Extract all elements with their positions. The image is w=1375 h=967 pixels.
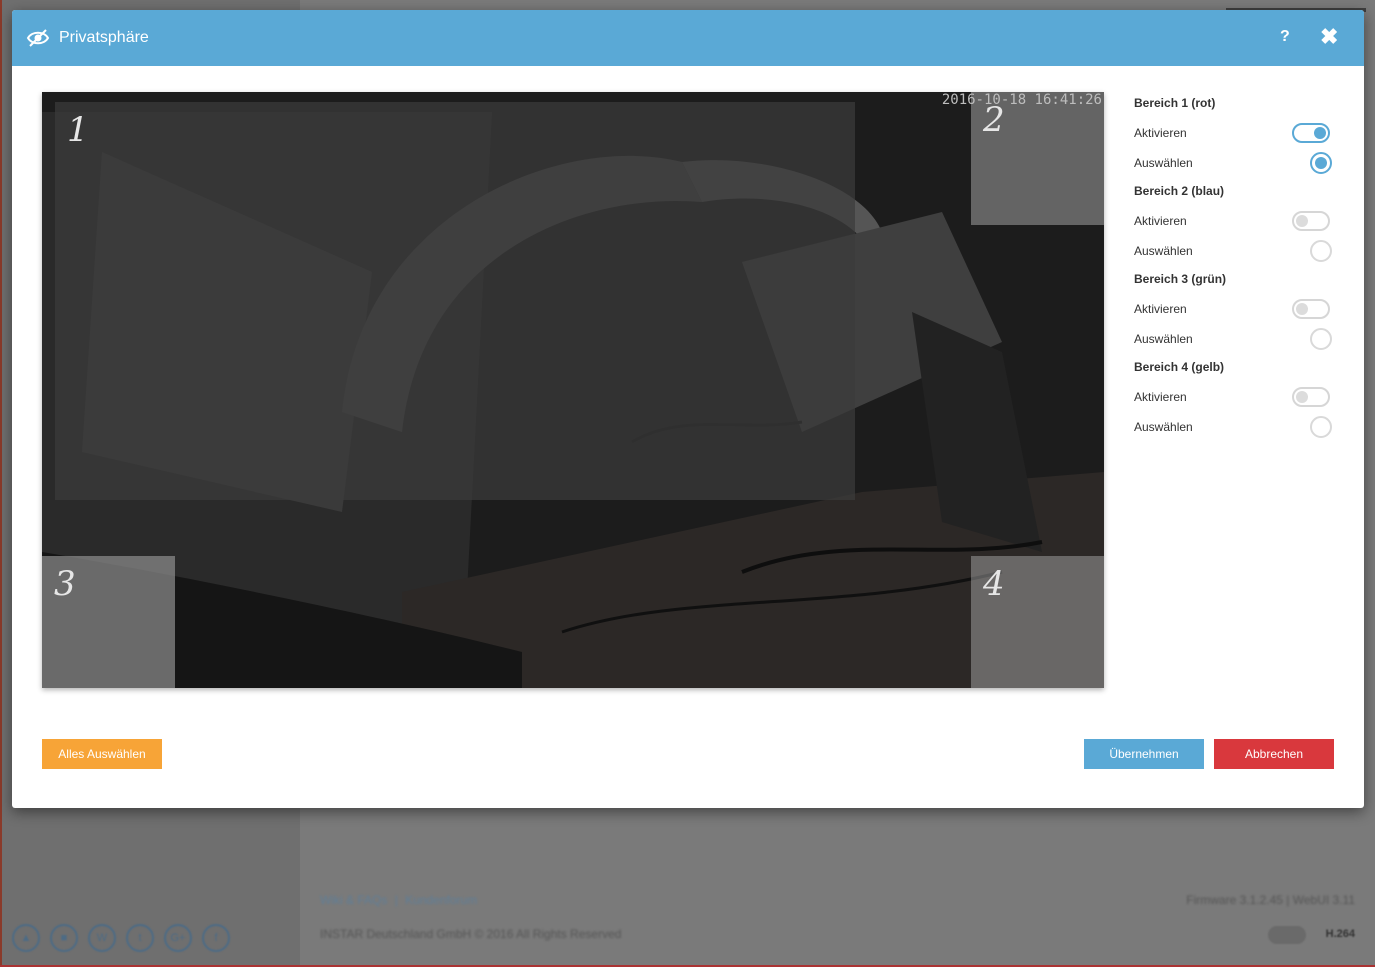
privacy-area-1[interactable]: 1 [55, 102, 855, 500]
link-separator: | [394, 893, 398, 907]
facebook-icon: f [202, 924, 230, 952]
area-1-select-label: Auswählen [1134, 156, 1193, 170]
privacy-area-2[interactable]: 2 [971, 92, 1104, 225]
area-2-activate-label: Aktivieren [1134, 214, 1187, 228]
area-number: 4 [983, 564, 1005, 604]
area-2-select-radio[interactable] [1310, 240, 1332, 262]
area-3-activate-label: Aktivieren [1134, 302, 1187, 316]
select-all-button[interactable]: Alles Auswählen [42, 739, 162, 769]
area-4-activate-toggle[interactable] [1292, 387, 1330, 407]
area-2-title: Bereich 2 (blau) [1134, 184, 1225, 198]
area-1-select-radio[interactable] [1310, 152, 1332, 174]
area-1-activate-toggle[interactable] [1292, 123, 1330, 143]
area-3-select-label: Auswählen [1134, 332, 1193, 346]
modal-title: Privatsphäre [59, 29, 149, 46]
help-button[interactable]: ? [1280, 28, 1290, 46]
area-2-activate-toggle[interactable] [1292, 211, 1330, 231]
camera-icon: ■ [50, 924, 78, 952]
wordpress-icon: W [88, 924, 116, 952]
area-3-activate-toggle[interactable] [1292, 299, 1330, 319]
social-icons: ▲ ■ W t G+ f [12, 924, 230, 952]
area-4-activate-label: Aktivieren [1134, 390, 1187, 404]
video-timestamp: 2016-10-18 16:41:26 [941, 92, 1102, 108]
privacy-area-4[interactable]: 4 [971, 556, 1104, 688]
area-number: 3 [54, 564, 76, 604]
area-4-title: Bereich 4 (gelb) [1134, 360, 1225, 374]
area-number: 1 [67, 110, 89, 150]
area-1-activate-label: Aktivieren [1134, 126, 1187, 140]
background-edge [0, 0, 2, 967]
area-4-select-radio[interactable] [1310, 416, 1332, 438]
copyright-text: INSTAR Deutschland GmbH © 2016 All Right… [320, 927, 622, 941]
area-4-select-label: Auswählen [1134, 420, 1193, 434]
codec-toggle [1268, 926, 1306, 944]
twitter-icon: t [126, 924, 154, 952]
close-icon[interactable]: ✖ [1320, 24, 1338, 50]
camera-video: 1 2 3 4 2016-10-18 16:41:26 [42, 92, 1104, 688]
apply-button[interactable]: Übernehmen [1084, 739, 1204, 769]
area-1-title: Bereich 1 (rot) [1134, 96, 1216, 110]
area-2-select-label: Auswählen [1134, 244, 1193, 258]
wiki-link: Wiki & FAQs [320, 893, 388, 907]
forum-link: Kundenforum [405, 893, 478, 907]
modal-header: Privatsphäre ? ✖ [12, 10, 1364, 66]
firmware-version: Firmware 3.1.2.45 | WebUI 3.11 [1186, 893, 1355, 907]
area-3-select-radio[interactable] [1310, 328, 1332, 350]
eye-icon [26, 29, 50, 47]
privacy-modal: Privatsphäre ? ✖ 1 2 3 4 2016-10-18 16:4… [12, 10, 1364, 808]
cancel-button[interactable]: Abbrechen [1214, 739, 1334, 769]
privacy-area-3[interactable]: 3 [42, 556, 175, 688]
home-icon: ▲ [12, 924, 40, 952]
codec-label: H.264 [1325, 928, 1355, 940]
google-plus-icon: G+ [164, 924, 192, 952]
area-3-title: Bereich 3 (grün) [1134, 272, 1227, 286]
footer-links: Wiki & FAQs | Kundenforum [320, 893, 481, 907]
areas-panel: Bereich 1 (rot) Aktivieren Auswählen Ber… [1134, 94, 1334, 454]
